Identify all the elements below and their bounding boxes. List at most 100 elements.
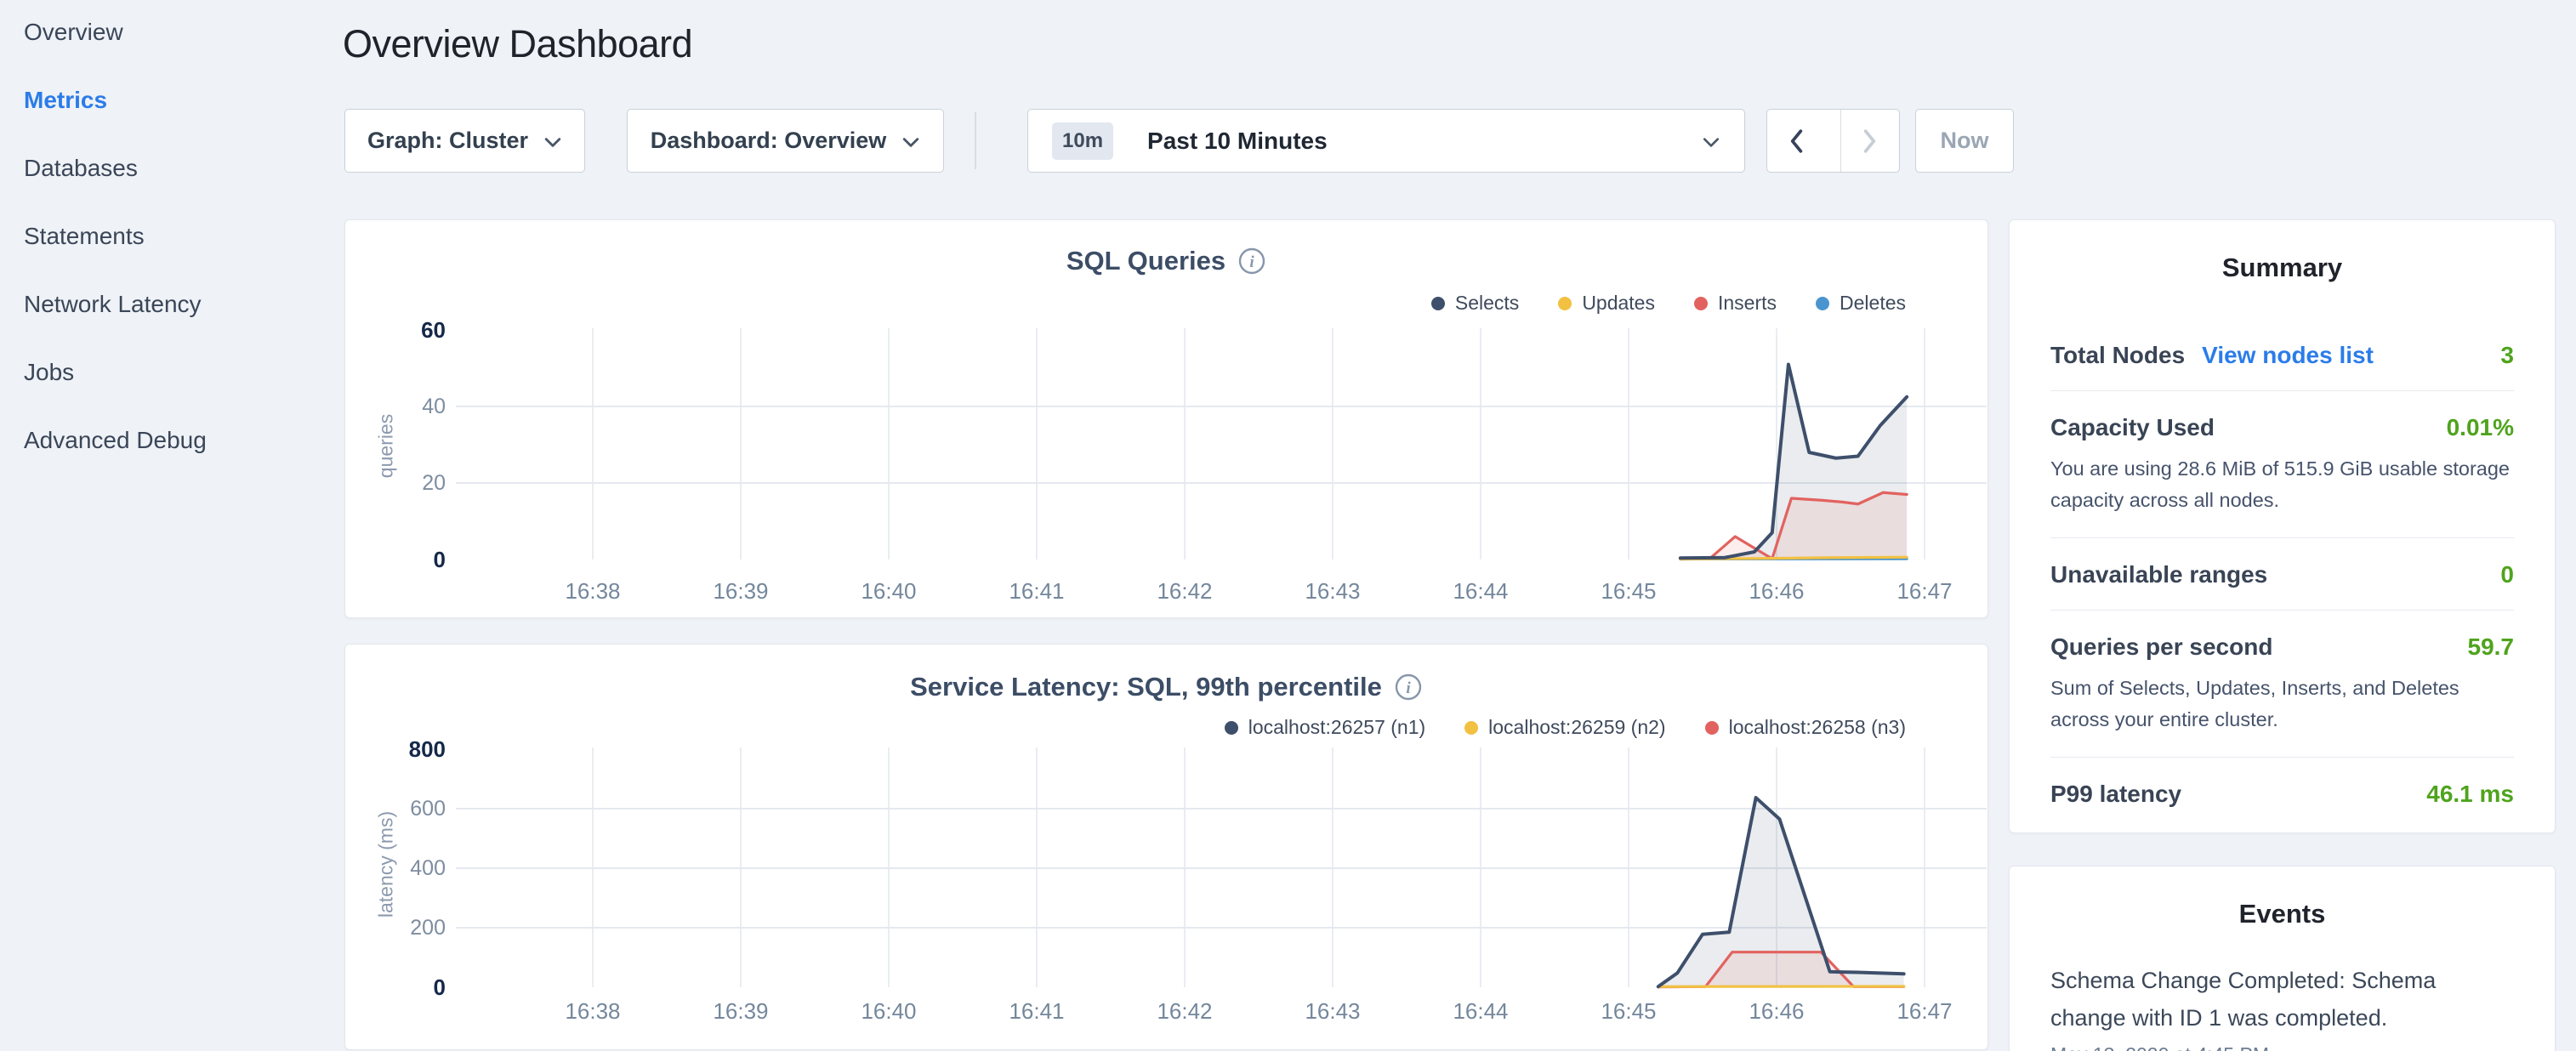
x-tick-label: 16:46 xyxy=(1717,998,1836,1025)
svg-text:i: i xyxy=(1406,679,1411,697)
chart-card-service-latency: Service Latency: SQL, 99th percentile i … xyxy=(344,644,1988,1050)
info-icon[interactable]: i xyxy=(1394,673,1423,702)
summary-panel: Summary Total Nodes View nodes list 3 Capac… xyxy=(2009,219,2556,833)
summary-row-label: Capacity Used xyxy=(2050,414,2215,441)
legend: localhost:26257 (n1) localhost:26259 (n2)… xyxy=(1225,716,1906,739)
time-range-dropdown[interactable]: 10m Past 10 Minutes xyxy=(1027,109,1745,173)
sidebar-item-advanced-debug[interactable]: Advanced Debug xyxy=(24,423,207,457)
summary-row-value: 59.7 xyxy=(2468,633,2515,661)
events-list: Schema Change Completed: Schema change w… xyxy=(2050,962,2514,1051)
legend-dot xyxy=(1225,721,1238,735)
view-nodes-list-link[interactable]: View nodes list xyxy=(2202,342,2374,369)
legend-label: localhost:26259 (n2) xyxy=(1488,716,1665,739)
legend: Selects Updates Inserts Deletes xyxy=(1431,292,1906,315)
legend-dot xyxy=(1816,297,1829,310)
x-tick-label: 16:47 xyxy=(1865,998,1984,1025)
dashboard-dropdown[interactable]: Dashboard: Overview xyxy=(627,109,944,173)
legend-label: localhost:26257 (n1) xyxy=(1248,716,1425,739)
y-tick-label: 20 xyxy=(369,469,446,497)
time-range-label: Past 10 Minutes xyxy=(1147,128,1686,155)
legend-label: Deletes xyxy=(1840,292,1906,315)
summary-row-label: Unavailable ranges xyxy=(2050,561,2267,588)
x-tick-label: 16:45 xyxy=(1569,578,1688,605)
legend-dot xyxy=(1705,721,1719,735)
x-tick-label: 16:44 xyxy=(1421,578,1540,605)
summary-title: Summary xyxy=(2050,220,2514,283)
summary-row-label: Total Nodes xyxy=(2050,342,2185,369)
overview-dashboard-page: { "sidebar": { "items": [ {"label": "Ove… xyxy=(0,0,2576,1051)
sidebar-item-databases[interactable]: Databases xyxy=(24,151,138,185)
now-button-label: Now xyxy=(1941,128,1989,154)
x-tick-label: 16:41 xyxy=(977,578,1096,605)
summary-row-p99-latency: P99 latency46.1 ms xyxy=(2050,757,2514,829)
y-tick-label: 400 xyxy=(369,855,446,882)
sidebar-item-overview[interactable]: Overview xyxy=(24,15,123,49)
events-panel: Events Schema Change Completed: Schema c… xyxy=(2009,866,2556,1051)
time-range-badge: 10m xyxy=(1052,122,1113,160)
chart-plot-area[interactable] xyxy=(456,322,1987,569)
x-tick-label: 16:38 xyxy=(533,998,652,1025)
x-tick-label: 16:42 xyxy=(1125,578,1244,605)
summary-rows: Total Nodes View nodes list 3 Capacity Used… xyxy=(2050,319,2514,829)
legend-item-deletes: Deletes xyxy=(1816,292,1906,315)
legend-dot xyxy=(1431,297,1445,310)
x-tick-label: 16:46 xyxy=(1717,578,1836,605)
x-tick-label: 16:47 xyxy=(1865,578,1984,605)
summary-row-value: 0 xyxy=(2500,561,2514,588)
summary-row-capacity-used: Capacity Used0.01%You are using 28.6 MiB… xyxy=(2050,390,2514,537)
summary-row-value: 46.1 ms xyxy=(2426,781,2514,808)
sidebar-item-jobs[interactable]: Jobs xyxy=(24,355,74,389)
y-tick-label: 800 xyxy=(369,736,446,763)
page-title: Overview Dashboard xyxy=(343,22,692,66)
sidebar: Overview Metrics Databases Statements Networ… xyxy=(0,0,323,1051)
summary-row-description: Sum of Selects, Updates, Inserts, and De… xyxy=(2050,673,2514,736)
event-text: Schema Change Completed: Schema change w… xyxy=(2050,962,2514,1037)
summary-row-value: 3 xyxy=(2500,342,2514,369)
prev-time-button[interactable] xyxy=(1767,110,1825,172)
graph-dropdown-label: Graph: Cluster xyxy=(367,128,528,154)
y-axis-label: queries xyxy=(375,353,398,540)
chevron-down-icon xyxy=(1702,137,1720,148)
x-tick-label: 16:45 xyxy=(1569,998,1688,1025)
sidebar-item-network-latency[interactable]: Network Latency xyxy=(24,287,202,321)
info-icon[interactable]: i xyxy=(1237,247,1266,276)
next-time-button[interactable] xyxy=(1840,110,1899,172)
summary-row-total-nodes: Total Nodes View nodes list 3 xyxy=(2050,319,2514,390)
summary-row-value: 0.01% xyxy=(2447,414,2514,441)
chart-title: SQL Queries xyxy=(1066,246,1225,276)
chevron-down-icon xyxy=(543,137,562,148)
y-tick-label: 0 xyxy=(369,974,446,1001)
x-tick-label: 16:42 xyxy=(1125,998,1244,1025)
now-button[interactable]: Now xyxy=(1915,109,2014,173)
legend-dot xyxy=(1694,297,1708,310)
x-tick-label: 16:38 xyxy=(533,578,652,605)
y-tick-label: 60 xyxy=(369,316,446,344)
sidebar-item-metrics[interactable]: Metrics xyxy=(24,83,107,117)
graph-dropdown[interactable]: Graph: Cluster xyxy=(344,109,585,173)
x-tick-label: 16:39 xyxy=(681,578,800,605)
series-area-inserts xyxy=(1680,492,1907,560)
x-tick-label: 16:43 xyxy=(1273,578,1392,605)
legend-label: Inserts xyxy=(1718,292,1777,315)
y-tick-label: 200 xyxy=(369,914,446,941)
legend-item-localhost-26258-n3: localhost:26258 (n3) xyxy=(1705,716,1906,739)
legend-label: Updates xyxy=(1582,292,1655,315)
x-tick-label: 16:39 xyxy=(681,998,800,1025)
svg-text:i: i xyxy=(1249,253,1254,271)
summary-row-label: Queries per second xyxy=(2050,633,2272,661)
x-tick-label: 16:43 xyxy=(1273,998,1392,1025)
y-tick-label: 600 xyxy=(369,795,446,822)
y-tick-label: 40 xyxy=(369,393,446,420)
legend-item-inserts: Inserts xyxy=(1694,292,1777,315)
legend-item-localhost-26257-n1: localhost:26257 (n1) xyxy=(1225,716,1425,739)
event-item[interactable]: Schema Change Completed: Schema change w… xyxy=(2050,962,2514,1051)
legend-dot xyxy=(1464,721,1478,735)
chart-plot-area[interactable] xyxy=(456,739,1987,994)
summary-row-queries-per-second: Queries per second 59.7 Sum of Selects, Up… xyxy=(2050,610,2514,757)
sidebar-item-statements[interactable]: Statements xyxy=(24,219,145,253)
chart-card-sql-queries: SQL Queries i Selects Updates Inserts Delet… xyxy=(344,219,1988,618)
legend-item-selects: Selects xyxy=(1431,292,1519,315)
events-title: Events xyxy=(2050,866,2514,929)
legend-label: localhost:26258 (n3) xyxy=(1729,716,1906,739)
time-window-arrows xyxy=(1766,109,1900,173)
